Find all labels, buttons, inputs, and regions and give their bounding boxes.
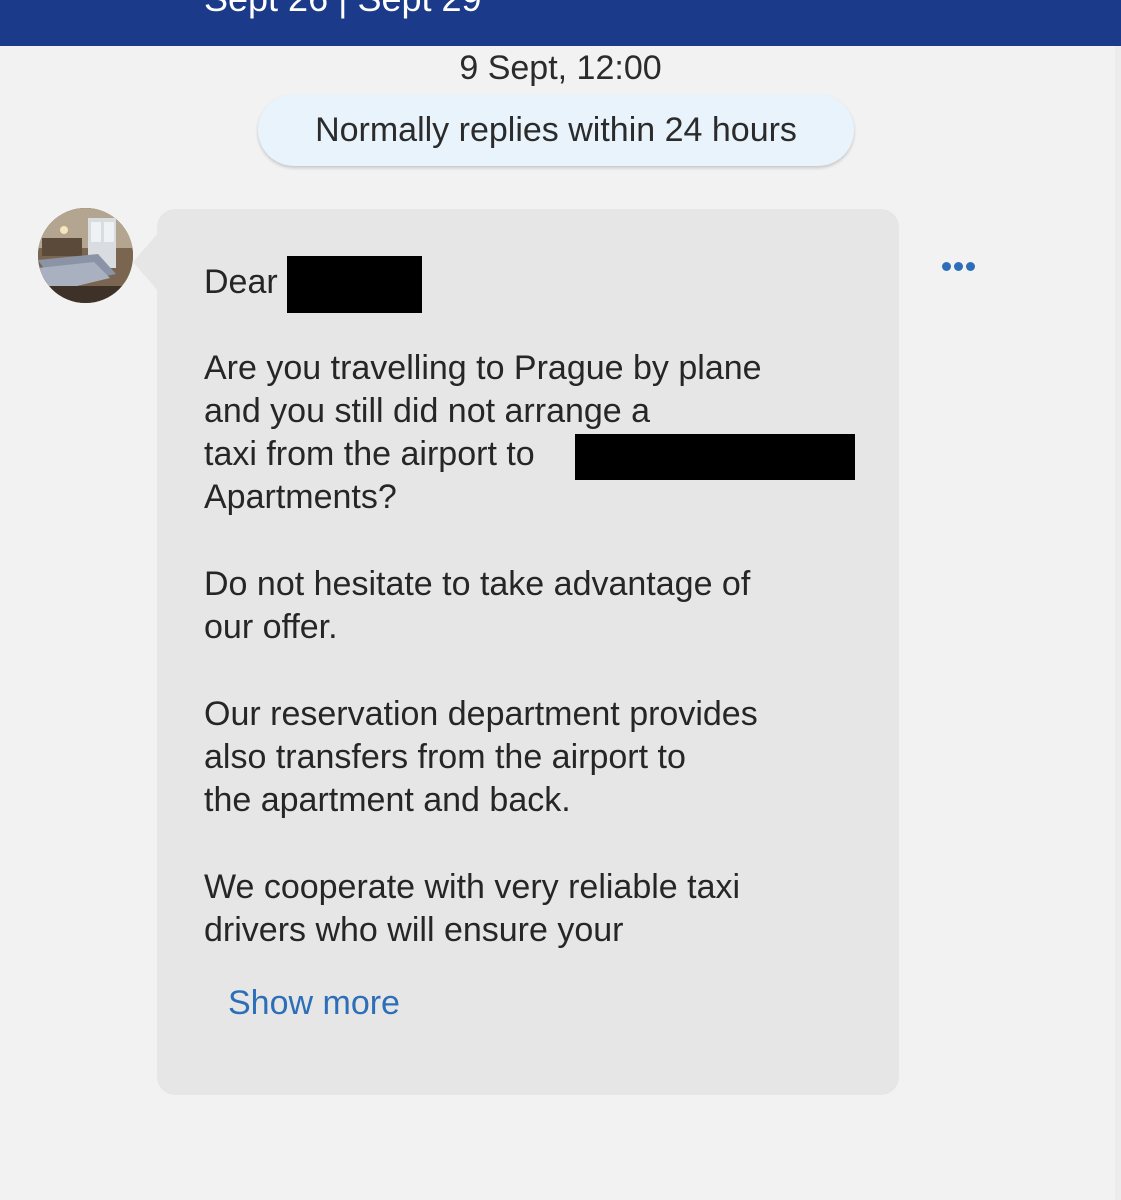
message-line: Are you travelling to Prague by plane xyxy=(204,349,762,387)
message-line: Do not hesitate to take advantage of xyxy=(204,565,751,603)
message-line: Apartments? xyxy=(204,478,397,516)
message-greeting: Dear xyxy=(204,263,278,301)
message-line: drivers who will ensure your xyxy=(204,911,624,949)
reply-time-notice: Normally replies within 24 hours xyxy=(258,94,854,166)
redacted-guest-name xyxy=(287,256,422,313)
app-header: Sept 26 | Sept 29 xyxy=(0,0,1121,46)
message-bubble xyxy=(157,209,899,1095)
message-line: and you still did not arrange a xyxy=(204,392,651,430)
message-line: We cooperate with very reliable taxi xyxy=(204,868,741,906)
message-line: Our reservation department provides xyxy=(204,695,758,733)
room-photo-icon xyxy=(38,208,133,303)
message-line: also transfers from the airport to xyxy=(204,738,686,776)
more-options-button[interactable] xyxy=(936,250,982,282)
message-line: the apartment and back. xyxy=(204,781,571,819)
host-avatar[interactable] xyxy=(38,208,133,303)
show-more-link[interactable]: Show more xyxy=(228,982,400,1025)
message-line: taxi from the airport to xyxy=(204,435,535,473)
message-timestamp: 9 Sept, 12:00 xyxy=(459,49,662,87)
booking-dates: Sept 26 | Sept 29 xyxy=(204,0,482,20)
message-line: our offer. xyxy=(204,608,338,646)
redacted-property-name xyxy=(575,434,855,480)
scrollbar[interactable] xyxy=(1115,46,1121,1200)
bubble-tail xyxy=(133,232,159,292)
